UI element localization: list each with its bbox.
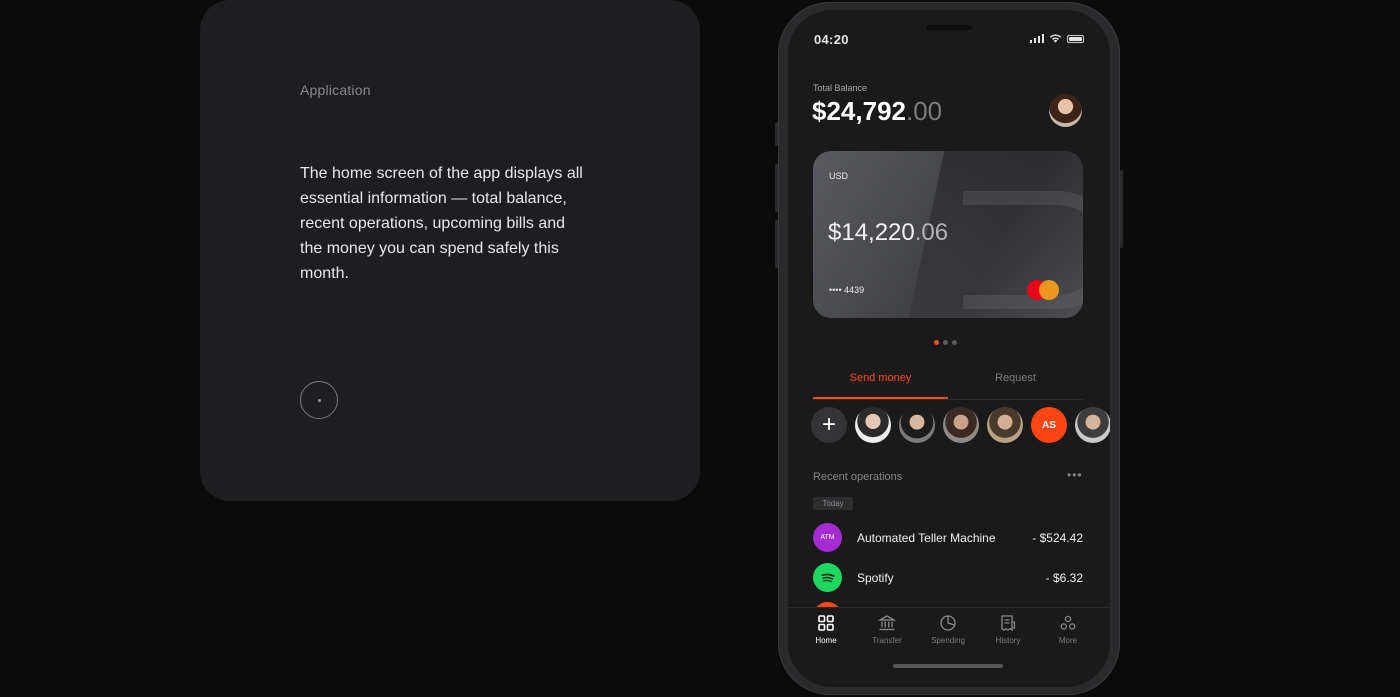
contact-avatar[interactable] xyxy=(899,407,935,443)
carousel-dot[interactable] xyxy=(952,340,957,345)
receipt-icon xyxy=(1001,615,1016,632)
bank-card[interactable]: USD $14,220.06 •••• 4439 xyxy=(813,151,1083,318)
info-description: The home screen of the app displays all … xyxy=(300,165,583,282)
volume-down-button xyxy=(775,220,778,268)
status-icons xyxy=(1029,34,1084,43)
operation-row[interactable]: ATM Automated Teller Machine - $524.42 xyxy=(813,523,1083,553)
recent-operations-title: Recent operations xyxy=(813,471,903,483)
volume-up-button xyxy=(775,164,778,212)
nav-item-more[interactable]: More xyxy=(1038,614,1098,645)
contact-avatar[interactable] xyxy=(1075,407,1110,443)
contacts-row: + AS xyxy=(811,407,1110,443)
nav-item-history[interactable]: History xyxy=(978,614,1038,645)
operation-name: Spotify xyxy=(857,571,894,585)
speaker xyxy=(926,25,972,30)
card-currency: USD xyxy=(829,171,849,181)
wifi-icon xyxy=(1049,34,1062,43)
stage: Application The home screen of the app d… xyxy=(0,0,1400,697)
more-options-icon[interactable]: ••• xyxy=(1067,468,1083,482)
contact-avatar[interactable] xyxy=(855,407,891,443)
home-indicator[interactable] xyxy=(893,664,1003,668)
carousel-dots xyxy=(934,340,957,345)
contact-avatar-initials[interactable]: AS xyxy=(1031,407,1067,443)
more-icon xyxy=(1060,615,1076,630)
power-button xyxy=(1120,170,1123,248)
nav-label-more: More xyxy=(1058,636,1078,645)
total-balance-label: Total Balance xyxy=(813,83,868,93)
nav-label-spending: Spending xyxy=(931,636,965,645)
battery-icon xyxy=(1067,34,1084,43)
transfer-tabs: Send money Request xyxy=(813,369,1083,400)
carousel-dot[interactable] xyxy=(943,340,948,345)
bank-icon xyxy=(878,615,896,631)
mastercard-icon xyxy=(1027,280,1061,300)
card-balance-whole: $14,220 xyxy=(828,219,915,246)
info-label: Application xyxy=(300,82,371,98)
operation-name: Automated Teller Machine xyxy=(857,531,996,545)
nav-label-home: Home xyxy=(815,636,837,645)
card-balance-cents: .06 xyxy=(914,219,949,246)
total-balance-cents: .00 xyxy=(905,96,943,126)
operation-row[interactable]: Spotify - $6.32 xyxy=(813,563,1083,593)
operation-amount: - $6.32 xyxy=(1045,571,1083,585)
total-balance-whole: $24,792 xyxy=(812,96,906,126)
contact-avatar[interactable] xyxy=(943,407,979,443)
status-time: 04:20 xyxy=(814,32,849,47)
phone-screen: 04:20 Total Balance $24,792.00 USD $14,2… xyxy=(788,10,1110,687)
profile-avatar[interactable] xyxy=(1049,94,1082,127)
pie-chart-icon xyxy=(940,615,956,631)
spotify-icon xyxy=(813,563,842,592)
nav-item-transfer[interactable]: Transfer xyxy=(857,614,917,645)
tab-send-money[interactable]: Send money xyxy=(813,369,948,399)
pager-circle-icon[interactable] xyxy=(300,381,338,419)
card-balance: $14,220.06 xyxy=(828,219,948,247)
add-contact-button[interactable]: + xyxy=(811,407,847,443)
carousel-dot[interactable] xyxy=(934,340,939,345)
nav-item-spending[interactable]: Spending xyxy=(918,614,978,645)
info-card: Application The home screen of the app d… xyxy=(200,0,700,501)
atm-icon: ATM xyxy=(813,523,842,552)
tab-request[interactable]: Request xyxy=(948,369,1083,387)
signal-icon xyxy=(1029,34,1044,43)
card-decoration-arc xyxy=(963,191,1083,309)
bottom-nav: Home Transfer Spending History More xyxy=(788,607,1110,687)
grid-icon xyxy=(818,615,834,631)
today-badge: Today xyxy=(813,497,853,510)
total-balance-amount: $24,792.00 xyxy=(812,96,942,127)
phone-frame: 04:20 Total Balance $24,792.00 USD $14,2… xyxy=(775,2,1123,695)
mute-switch xyxy=(775,122,778,146)
card-number: •••• 4439 xyxy=(829,285,865,295)
nav-label-transfer: Transfer xyxy=(872,636,902,645)
nav-label-history: History xyxy=(995,636,1021,645)
contact-avatar[interactable] xyxy=(987,407,1023,443)
operation-amount: - $524.42 xyxy=(1032,531,1083,545)
nav-item-home[interactable]: Home xyxy=(796,614,856,645)
